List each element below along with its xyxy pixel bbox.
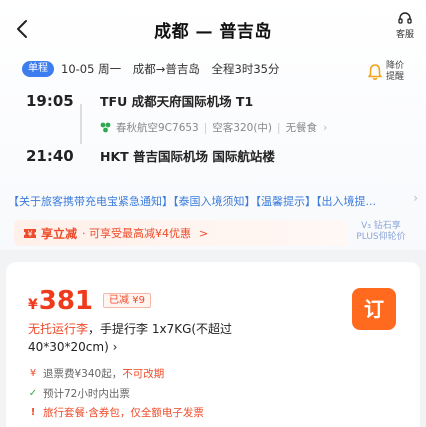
ticketing-time: ✓ 预计72小时内出票 xyxy=(28,386,130,401)
trip-type-badge: 单程 xyxy=(22,61,54,77)
check-icon: ✓ xyxy=(28,388,38,399)
baggage-info[interactable]: 无托运行李，手提行李 1x7KG(不超过40*30*20cm) › xyxy=(28,320,268,356)
promo-banner[interactable]: ¥ 享立减 · 可享受最高减¥4优惠 > xyxy=(14,220,348,246)
ticketing-text: 预计72小时内出票 xyxy=(43,388,130,400)
refund-policy[interactable]: ¥ 退票费¥340起， 不可改期 xyxy=(28,366,164,381)
travel-notice-link[interactable]: 【关于旅客携带充电宝紧急通知】【泰国入境须知】【温馨提示】【出入境提... xyxy=(8,193,413,209)
chevron-right-icon: › xyxy=(323,121,328,134)
no-change-warning: 不可改期 xyxy=(122,368,165,380)
flight-info[interactable]: 春秋航空9C7653 | 空客320(中) | 无餐食 › xyxy=(100,120,327,135)
price-row: ¥ 381 已减 ¥9 xyxy=(28,286,151,316)
bell-icon xyxy=(368,64,382,80)
arrival-row: 21:40 HKT 普吉国际机场 国际航站楼 xyxy=(26,146,275,165)
package-text: 旅行套餐·含券包，仅全额电子发票 xyxy=(43,407,204,419)
tier-line-1: V₃ 钻石享 xyxy=(361,221,401,231)
book-button[interactable]: 订 xyxy=(352,288,396,330)
tier-line-2: PLUS仰轮价 xyxy=(356,232,406,242)
price-alert-label: 降价提醒 xyxy=(386,61,405,82)
no-checked-baggage: 无托运行李 xyxy=(28,322,89,336)
fare-card: ¥ 381 已减 ¥9 订 无托运行李，手提行李 1x7KG(不超过40*30*… xyxy=(6,262,420,427)
refund-fee: 退票费¥340起， xyxy=(43,368,123,380)
travel-date: 10-05 周一 xyxy=(61,62,122,76)
promo-arrow: > xyxy=(199,226,209,240)
member-tier-badge[interactable]: V₃ 钻石享 PLUS仰轮价 xyxy=(352,221,410,243)
header: 成都 — 普吉岛 客服 xyxy=(0,0,426,58)
yen-icon: ¥ xyxy=(29,368,37,379)
travel-package[interactable]: ! 旅行套餐·含券包，仅全额电子发票 xyxy=(28,405,204,420)
price-alert-button[interactable]: 降价提醒 xyxy=(366,57,418,87)
arrival-airport: HKT 普吉国际机场 国际航站楼 xyxy=(100,149,275,164)
aircraft-type: 空客320(中) xyxy=(212,122,273,134)
total-duration: 全程3时35分 xyxy=(211,62,280,76)
airline-logo-icon xyxy=(100,122,111,133)
service-label: 客服 xyxy=(395,30,414,40)
departure-airport: TFU 成都天府国际机场 T1 xyxy=(100,94,254,109)
alert-icon: ! xyxy=(30,407,36,418)
trip-summary: 单程 10-05 周一 成都→普吉岛 全程3时35分 xyxy=(22,60,287,78)
coupon-icon: ¥ xyxy=(24,229,36,239)
currency-symbol: ¥ xyxy=(28,297,38,313)
airline-flight-number: 春秋航空9C7653 xyxy=(116,122,199,134)
route-text: 成都→普吉岛 xyxy=(132,62,200,76)
fare-price: 381 xyxy=(38,286,94,316)
promo-description: · 可享受最高减¥4优惠 xyxy=(82,227,192,240)
svg-text:¥: ¥ xyxy=(27,230,32,239)
departure-row: 19:05 TFU 成都天府国际机场 T1 xyxy=(26,91,253,110)
discount-badge: 已减 ¥9 xyxy=(103,293,151,308)
chevron-right-icon[interactable]: › xyxy=(413,191,418,205)
timeline-connector xyxy=(80,104,82,144)
meal-info: 无餐食 xyxy=(285,122,318,134)
customer-service-button[interactable]: 客服 xyxy=(390,12,420,44)
arrival-time: 21:40 xyxy=(26,146,74,165)
departure-time: 19:05 xyxy=(26,91,74,110)
promo-title: 享立减 xyxy=(41,226,78,241)
headset-icon xyxy=(398,12,412,24)
page-title: 成都 — 普吉岛 xyxy=(154,22,272,42)
